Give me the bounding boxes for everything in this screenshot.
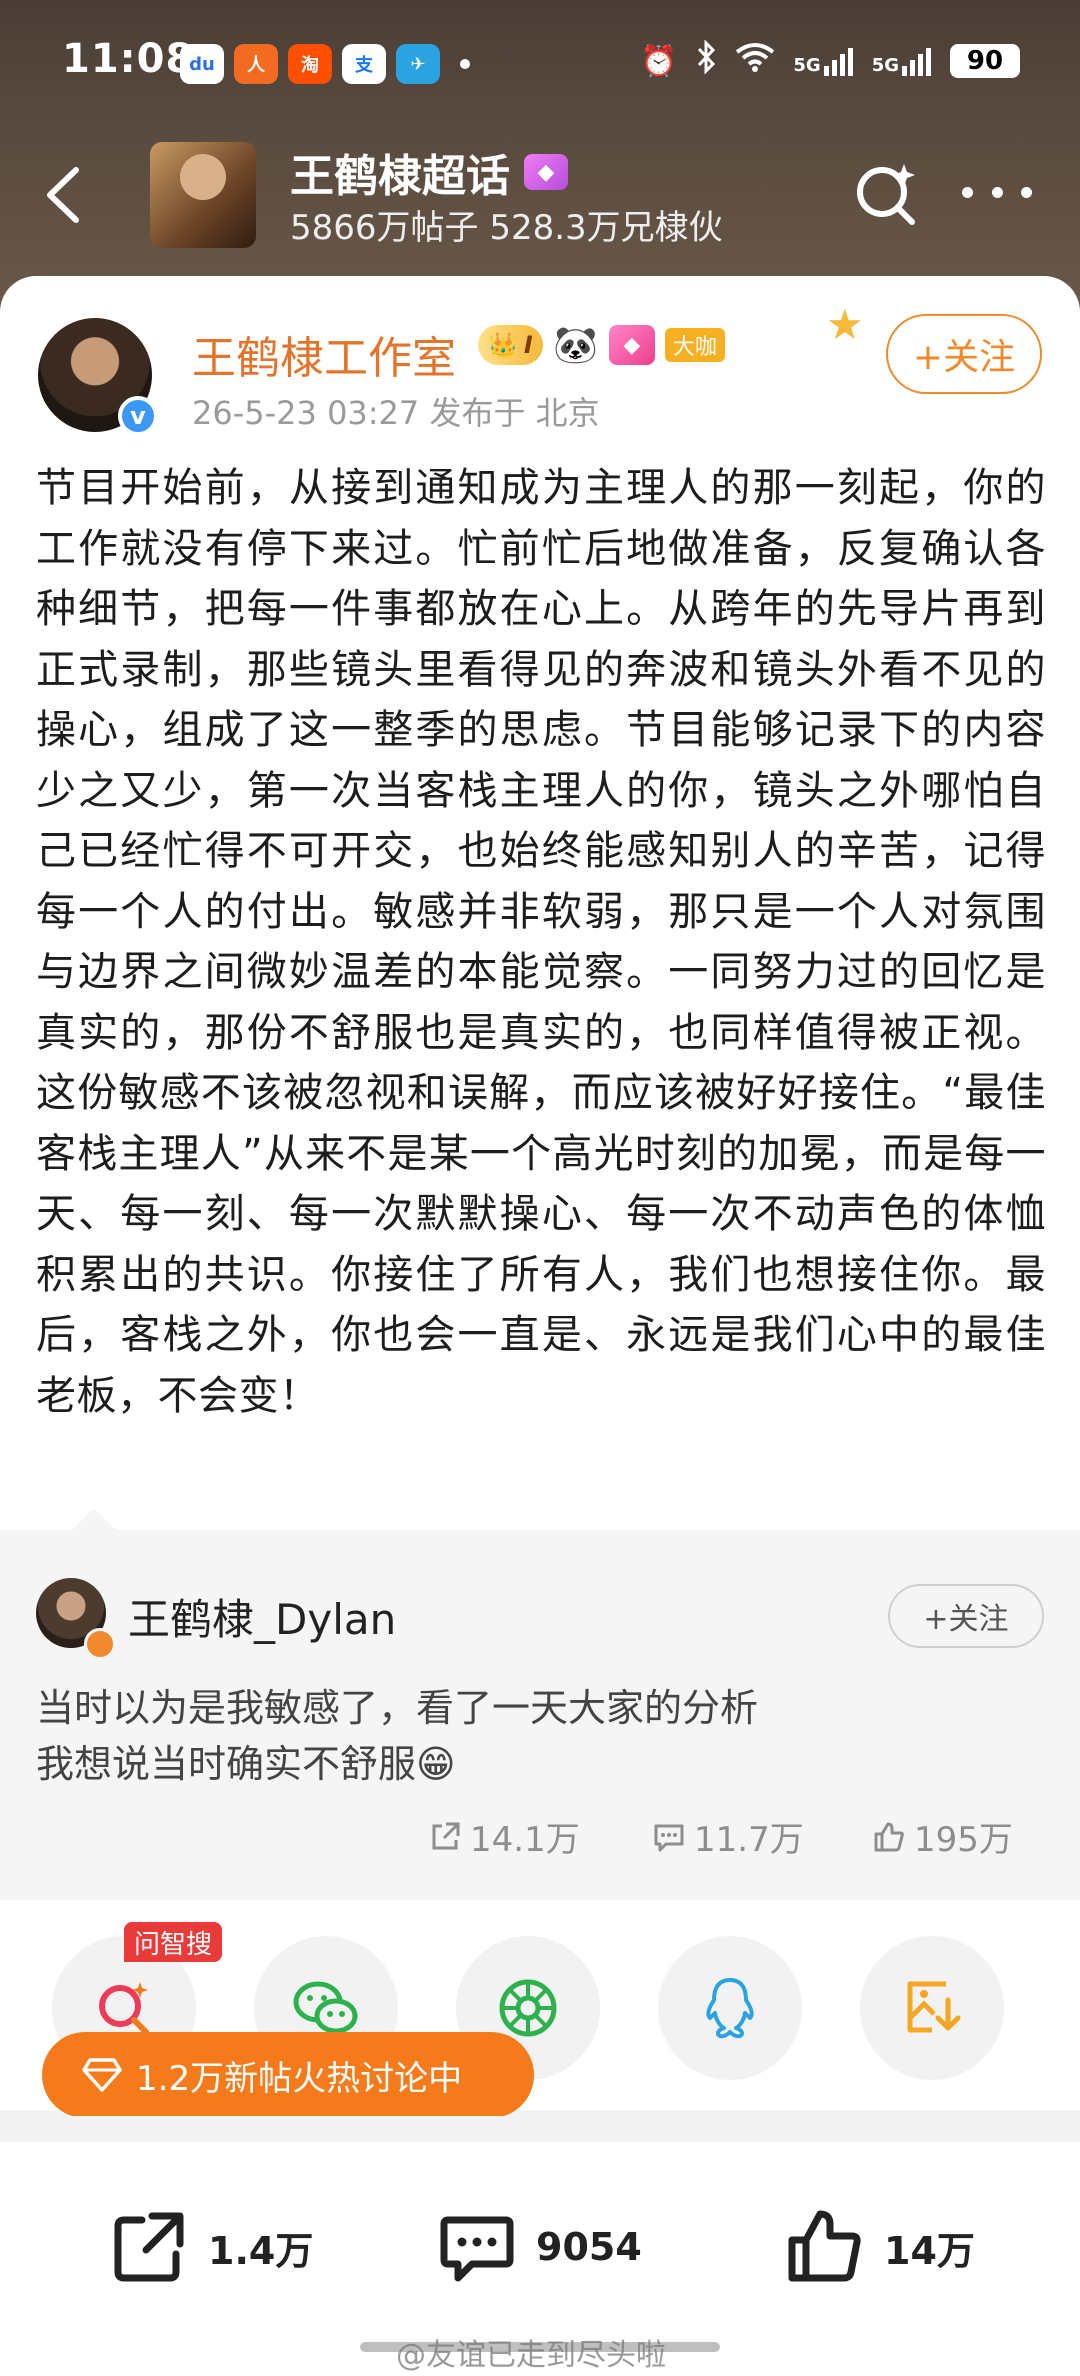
repost-share-stat[interactable]: 14.1万 [428,1812,580,1861]
post-meta: 26-5-23 03:27 发布于 北京 [192,394,600,432]
ai-search-tag: 问智搜 [124,1922,223,1962]
share-qq-button[interactable] [658,1936,802,2080]
alipay-icon: 支 [342,44,386,84]
repost-author-name[interactable]: 王鹤棣_Dylan [128,1586,396,1647]
thumbs-up-icon [788,2210,861,2282]
wechat-icon [293,1981,358,2034]
search-button[interactable] [852,158,922,228]
big-shot-badge: 大咖 [664,328,725,362]
qq-icon [706,1978,754,2039]
repost-follow-button[interactable]: +关注 [888,1584,1044,1648]
post-body-text: 节目开始前，从接到通知成为主理人的那一刻起，你的工作就没有停下来过。忙前忙后地做… [36,465,1046,1419]
repost-text-line-2: 我想说当时确实不舒服😁 [36,1742,456,1786]
bluetooth-icon [695,39,717,82]
thumbs-up-icon [874,1822,904,1851]
back-button[interactable] [36,160,96,230]
save-image-button[interactable] [860,1936,1004,2080]
comment-icon [440,2216,514,2282]
topic-title: 王鹤棣超话 [290,151,510,202]
crown-vip-badge[interactable]: 👑 I [478,325,543,365]
pink-diamond-icon: ◆ [608,325,655,365]
status-bar: 11:08 du 人 淘 支 ✈ ⏰ 5G 5G 90 [0,0,1080,130]
hot-discussion-text: 1.2万新帖火热讨论中 [136,2058,463,2099]
alarm-icon: ⏰ [640,43,678,79]
repost-comment-stat[interactable]: 11.7万 [652,1812,804,1861]
taobao-flash-icon: 淘 [288,44,332,84]
topic-cover-image[interactable] [150,142,256,248]
repost-text: 当时以为是我敏感了，看了一天大家的分析 我想说当时确实不舒服😁 [36,1680,758,1792]
repost-verified-icon [84,1628,116,1660]
verified-icon: v [118,396,158,436]
topic-title-row[interactable]: 王鹤棣超话 ◆ [290,140,568,204]
share-icon [114,2212,184,2282]
status-time: 11:08 [62,36,195,82]
diamond-icon: ◆ [524,154,568,190]
comment-icon [654,1824,684,1851]
telegram-icon: ✈ [396,44,440,84]
repost-like-stat[interactable]: 195万 [872,1812,1013,1861]
like-count: 14万 [884,2228,975,2273]
repost-text-line-1: 当时以为是我敏感了，看了一天大家的分析 [36,1686,759,1730]
hot-discussion-banner[interactable]: 1.2万新帖火热讨论中 [42,2032,534,2118]
bottom-action-bar: 1.4万 9054 14万 @友谊已走到尽头啦 [0,2142,1080,2376]
share-row: 问智搜 1.2万新帖火热讨论中 [0,1900,1080,2118]
app-orange-icon: 人 [234,44,278,84]
quote-pointer [72,1508,116,1530]
post-card: v 王鹤棣工作室 👑 I 🐼 ◆ 大咖 26-5-23 03:27 发布于 北京… [0,276,1080,1530]
notification-app-icons: du 人 淘 支 ✈ [180,44,470,84]
author-badges: 👑 I 🐼 ◆ 大咖 [478,322,725,368]
panda-icon: 🐼 [553,325,599,366]
save-image-icon [907,1981,961,2033]
more-options-button[interactable] [962,182,1032,202]
author-name[interactable]: 王鹤棣工作室 [192,322,456,386]
section-divider [0,2116,1080,2142]
search-ai-icon [99,1982,149,2035]
topic-stats: 5866万帖子 528.3万兄棣伙 [290,208,723,248]
follow-button[interactable]: +关注 [886,314,1042,394]
search-spark-icon [857,164,915,225]
repost-stats: 14.1万 11.7万 195万 [0,1812,1080,1872]
share-action-button[interactable]: 1.4万 [110,2208,313,2286]
battery-indicator: 90 [950,44,1020,78]
baidu-icon: du [180,44,224,84]
comment-action-button[interactable]: 9054 [438,2208,642,2286]
signal-5g-icon-2: 5G [872,46,932,76]
chevron-left-icon [47,167,79,223]
wifi-icon [735,42,775,80]
share-icon [432,1822,460,1849]
more-notifications-dot [460,59,470,69]
topic-header: 王鹤棣超话 ◆ 5866万帖子 528.3万兄棣伙 [0,130,1080,260]
diamond-icon [82,2058,122,2092]
like-action-button[interactable]: 14万 [786,2208,975,2286]
comment-count: 9054 [536,2225,642,2269]
original-post-quote[interactable]: 王鹤棣_Dylan +关注 当时以为是我敏感了，看了一天大家的分析 我想说当时确… [0,1508,1080,1900]
share-count: 1.4万 [208,2228,314,2273]
watermark-text: @友谊已走到尽头啦 [396,2338,666,2373]
system-icons: ⏰ 5G 5G 90 [640,39,1020,82]
moments-icon [499,1979,557,2037]
signal-5g-icon-1: 5G [793,46,853,76]
